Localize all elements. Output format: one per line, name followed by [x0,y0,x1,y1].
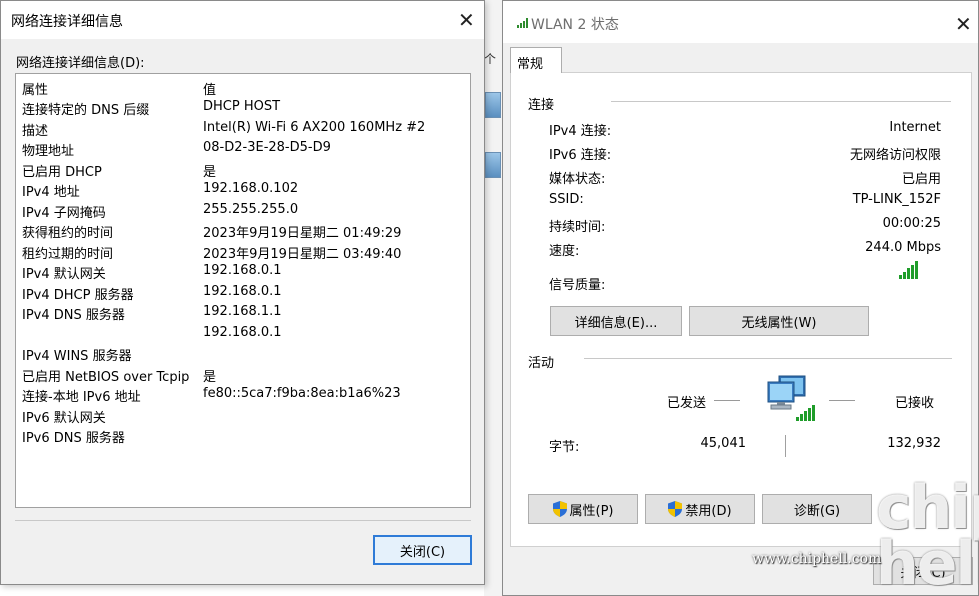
bytes-received-value: 132,932 [887,436,941,451]
activity-section-header: 活动 [528,356,555,371]
column-header-value[interactable]: 值 [203,79,216,98]
sent-line [714,400,740,401]
disable-button[interactable]: 禁用(D) [645,494,755,524]
separator [584,358,952,359]
close-icon[interactable]: ✕ [955,14,972,34]
row-property: IPv4 地址 [22,185,80,200]
disable-button-label: 禁用(D) [685,503,732,519]
background-window-text: 个 [484,52,497,66]
row-property: 连接特定的 DNS 后缀 [22,103,150,118]
signal-bar [907,268,910,279]
row-value: 2023年9月19日星期二 01:49:29 [203,226,402,241]
signal-bar [915,261,918,279]
tab-general[interactable]: 常规 [510,47,562,73]
network-details-dialog: 网络连接详细信息 ✕ 网络连接详细信息(D): 属性 值 连接特定的 DNS 后… [0,0,485,585]
row-value: 192.168.0.102 [203,181,299,196]
signal-quality-label: 信号质量: [549,278,606,293]
row-property: IPv6 DNS 服务器 [22,431,125,446]
sent-label: 已发送 [667,396,707,411]
properties-button[interactable]: 属性(P) [528,494,638,524]
row-property: 获得租约的时间 [22,226,114,241]
row-value: DHCP HOST [203,99,281,114]
row-property: 租约过期的时间 [22,247,114,262]
row-value: 是 [203,165,217,180]
ipv4-connectivity-label: IPv4 连接: [549,124,612,139]
row-value: 192.168.0.1 [203,263,282,278]
computer-network-icon [767,375,815,421]
ssid-label: SSID: [549,192,584,207]
row-property: 描述 [22,124,49,139]
row-property: 已启用 NetBIOS over Tcpip [22,370,190,385]
separator [611,101,951,102]
signal-bar [911,264,914,279]
chiphell-watermark-logo: chip hell [876,473,979,596]
close-icon[interactable]: ✕ [458,10,475,30]
uac-shield-icon [552,501,567,517]
dialog-title: WLAN 2 状态 [531,17,619,33]
close-button[interactable]: 关闭(C) [373,535,472,565]
bytes-sent-value: 45,041 [700,436,747,451]
row-property: IPv4 默认网关 [22,267,106,282]
background-window-strip [484,0,504,596]
row-property: 物理地址 [22,144,75,159]
row-value: 255.255.255.0 [203,202,299,217]
ipv6-connectivity-label: IPv6 连接: [549,148,612,163]
bytes-divider [785,435,786,457]
received-line [829,400,855,401]
row-value: Intel(R) Wi-Fi 6 AX200 160MHz #2 [203,120,426,135]
chiphell-watermark-url: www.chiphell.com [752,551,882,567]
speed-label: 速度: [549,244,580,259]
row-value: 2023年9月19日星期二 03:49:40 [203,247,402,262]
ipv6-connectivity-value: 无网络访问权限 [849,148,941,163]
details-listview[interactable]: 属性 值 连接特定的 DNS 后缀 DHCP HOST 描述 Intel(R) … [15,73,471,508]
row-property: IPv6 默认网关 [22,411,106,426]
wireless-properties-button[interactable]: 无线属性(W) [689,306,869,336]
signal-strength-icon [899,261,921,279]
bytes-label: 字节: [549,440,580,455]
row-value: 192.168.0.1 [203,284,282,299]
column-header-property[interactable]: 属性 [22,79,48,98]
details-button[interactable]: 详细信息(E)... [550,306,682,336]
speed-value: 244.0 Mbps [865,240,941,255]
row-property: IPv4 DNS 服务器 [22,308,125,323]
media-state-label: 媒体状态: [549,172,606,187]
ssid-value: TP-LINK_152F [852,192,941,207]
background-network-icon [485,92,501,118]
details-section-label: 网络连接详细信息(D): [16,56,145,71]
separator [15,520,471,521]
duration-label: 持续时间: [549,220,606,235]
row-value: fe80::5ca7:f9ba:8ea:b1a6%23 [203,386,401,401]
diagnose-button[interactable]: 诊断(G) [762,494,872,524]
connection-section-header: 连接 [528,98,555,113]
row-value: 是 [203,370,217,385]
uac-shield-icon [668,501,683,517]
dialog-titlebar: 网络连接详细信息 ✕ [1,1,484,39]
ipv4-connectivity-value: Internet [889,120,941,135]
row-property: IPv4 子网掩码 [22,206,106,221]
dialog-titlebar: WLAN 2 状态 ✕ [503,1,978,43]
row-value: 192.168.1.1 [203,304,282,319]
row-value: 192.168.0.1 [203,325,282,340]
row-property: 已启用 DHCP [22,165,102,180]
background-network-icon [485,152,501,178]
row-property: IPv4 DHCP 服务器 [22,288,134,303]
duration-value: 00:00:25 [882,216,941,231]
row-value: 08-D2-3E-28-D5-D9 [203,140,331,155]
properties-button-label: 属性(P) [569,503,614,519]
media-state-value: 已启用 [901,172,941,187]
row-property: 连接-本地 IPv6 地址 [22,390,141,405]
signal-bar [899,275,902,279]
signal-bar [903,271,906,279]
wifi-signal-icon [517,18,529,28]
row-property: IPv4 WINS 服务器 [22,349,132,364]
received-label: 已接收 [895,396,935,411]
dialog-title: 网络连接详细信息 [11,14,123,30]
